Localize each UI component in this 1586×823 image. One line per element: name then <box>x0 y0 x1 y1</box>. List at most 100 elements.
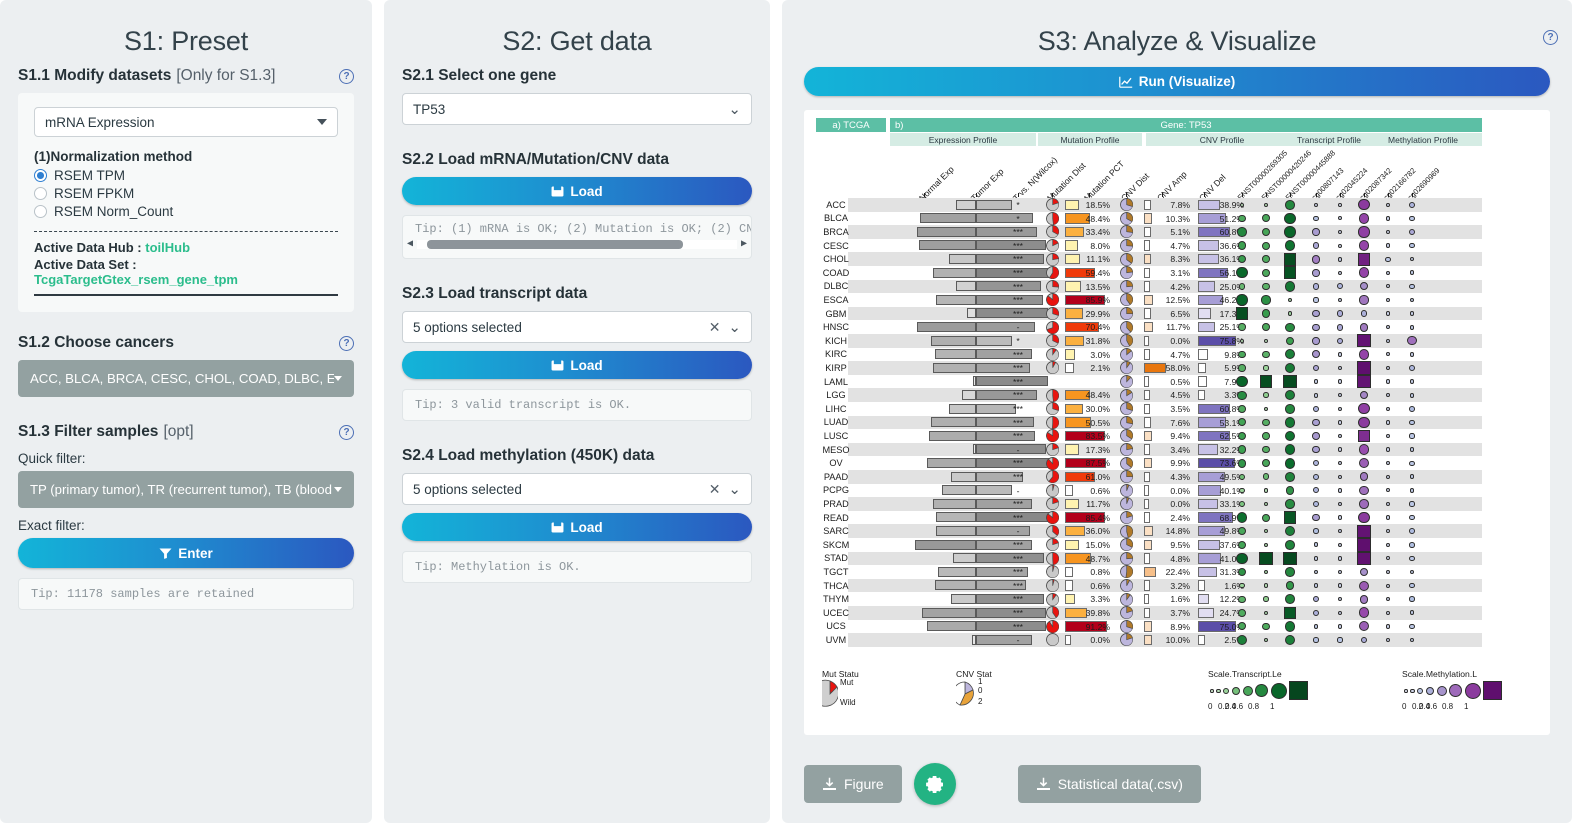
cnv-amp-bar <box>1144 294 1153 306</box>
radio-rsem-fpkm[interactable]: RSEM FPKM <box>34 186 338 201</box>
cnv-amp-bar <box>1144 389 1151 401</box>
methylation-cell <box>1358 511 1370 524</box>
pie-icon <box>1120 456 1133 470</box>
legend-swatch <box>1425 686 1435 695</box>
significance-LIHC: *** <box>1012 404 1024 414</box>
cnv-amp-bar <box>1144 566 1156 578</box>
figure-canvas[interactable]: a) TCGA Gene: TP53 b) Expression Profile Mut… <box>804 110 1550 735</box>
scroll-thumb[interactable] <box>426 239 683 249</box>
transcript-cell <box>1262 350 1270 358</box>
s2-4-label: S2.4 Load methylation (450K) data <box>402 447 655 464</box>
cancers-multiselect[interactable]: ACC, BLCA, BRCA, CESC, CHOL, COAD, DLBC,… <box>18 360 354 397</box>
transcript-cell <box>1284 281 1296 292</box>
transcript-cell <box>1263 338 1269 343</box>
row-label-ACC: ACC <box>826 199 846 210</box>
load-mrna-button[interactable]: Load <box>402 177 752 205</box>
cnv-amp-bar <box>1144 457 1152 469</box>
row-label-CESC: CESC <box>823 240 849 251</box>
column-tick <box>1052 193 1053 197</box>
cnv-amp-PRAD: 0.0% <box>1170 499 1190 510</box>
legend-swatch <box>1436 685 1447 696</box>
cnv-amp-bar <box>1144 553 1151 564</box>
mutation-pct-UCS: 91.2% <box>1085 621 1110 632</box>
scroll-right-icon[interactable]: ▶ <box>741 238 747 250</box>
tip-horizontal-scrollbar[interactable]: ◀ ▶ <box>403 236 751 253</box>
pie-icon <box>1046 388 1059 402</box>
gene-select[interactable]: TP53 ⌄ <box>402 93 752 125</box>
legend-title-methylation: Scale.Methylation.L <box>1402 668 1477 679</box>
enter-button[interactable]: Enter <box>18 538 354 568</box>
methylation-cell <box>1409 242 1415 249</box>
quick-filter-multiselect[interactable]: TP (primary tumor), TR (recurrent tumor)… <box>18 471 354 508</box>
active-data-hub-value[interactable]: toilHub <box>145 240 190 255</box>
cnv-amp-bar <box>1144 471 1151 482</box>
legend-cnv-2: 2 <box>978 696 983 706</box>
transcript-cell <box>1285 567 1295 577</box>
cnv-amp-bar <box>1144 349 1151 360</box>
transcript-cell <box>1238 350 1246 359</box>
run-visualize-button[interactable]: Run (Visualize) <box>804 67 1550 96</box>
download-statistical-data-button[interactable]: Statistical data(.csv) <box>1017 765 1201 803</box>
cnv-amp-COAD: 3.1% <box>1170 268 1190 278</box>
significance-STAD: *** <box>1012 553 1024 564</box>
methylation-cell <box>1337 637 1343 643</box>
load-methylation-button[interactable]: Load <box>402 513 752 541</box>
transcript-cell <box>1283 266 1297 280</box>
chevron-down-icon: ⌄ <box>728 318 741 336</box>
cnv-amp-bar <box>1144 593 1150 605</box>
transcript-cell <box>1236 375 1248 388</box>
methylation-cell <box>1385 474 1391 479</box>
load-transcript-button[interactable]: Load <box>402 351 752 379</box>
mutation-pct-PCPG: 0.6% <box>1090 485 1110 496</box>
column-tick <box>1089 193 1090 197</box>
transcript-cell <box>1283 252 1297 266</box>
download-figure-button[interactable]: Figure <box>804 765 902 803</box>
methylation-cell <box>1385 515 1391 520</box>
cnv-amp-bar <box>1144 335 1149 346</box>
methylation-cell <box>1312 405 1320 412</box>
mutation-dist-bar <box>1065 349 1075 360</box>
pie-icon <box>1046 524 1059 538</box>
help-icon-s1-2[interactable]: ? <box>339 335 354 351</box>
transcript-cell <box>1238 527 1246 536</box>
transcript-cell <box>1236 267 1248 279</box>
help-icon-s1-3[interactable]: ? <box>339 424 354 440</box>
transcript-cell <box>1262 459 1270 468</box>
methylation-multiselect[interactable]: 5 options selected ✕ ⌄ <box>402 473 752 505</box>
methylation-cell <box>1385 610 1391 615</box>
methylation-cell <box>1338 202 1342 207</box>
methylation-cell <box>1359 485 1369 496</box>
methylation-cell <box>1312 432 1320 440</box>
methylation-cell <box>1360 310 1368 317</box>
quick-filter-value: TP (primary tumor), TR (recurrent tumor)… <box>30 482 332 497</box>
radio-rsem-norm-count[interactable]: RSEM Norm_Count <box>34 204 338 219</box>
significance-PAAD: *** <box>1012 472 1024 482</box>
active-data-set-value[interactable]: TcgaTargetGtex_rsem_gene_tpm <box>34 272 238 287</box>
row-label-KIRC: KIRC <box>825 349 847 360</box>
methylation-cell <box>1357 334 1371 348</box>
pie-icon <box>1120 443 1133 456</box>
help-icon-s1-1[interactable]: ? <box>339 68 354 84</box>
normal-exp-bar <box>919 240 976 251</box>
cnv-amp-PAAD: 4.3% <box>1170 472 1190 482</box>
radio-rsem-tpm[interactable]: RSEM TPM <box>34 168 338 183</box>
help-icon-s3[interactable]: ? <box>1543 30 1558 45</box>
cancers-multiselect-value: ACC, BLCA, BRCA, CESC, CHOL, COAD, DLBC,… <box>30 371 334 386</box>
scroll-track[interactable] <box>417 239 737 249</box>
transcript-cell <box>1261 295 1271 305</box>
legend-cnv-icon <box>956 681 974 706</box>
cnv-amp-LGG: 4.5% <box>1170 390 1190 401</box>
clear-icon[interactable]: ✕ <box>709 481 721 498</box>
cnv-del-bar <box>1198 376 1208 387</box>
gear-icon[interactable] <box>913 763 956 805</box>
page-title-s1: S1: Preset <box>123 26 249 56</box>
scroll-left-icon[interactable]: ◀ <box>407 238 413 250</box>
cnv-amp-bar <box>1144 321 1153 333</box>
transcript-multiselect[interactable]: 5 options selected ✕ ⌄ <box>402 311 752 343</box>
dataset-select[interactable]: mRNA Expression <box>34 107 338 137</box>
pie-icon <box>1120 347 1133 361</box>
cnv-amp-bar <box>1144 253 1152 265</box>
clear-icon[interactable]: ✕ <box>709 319 721 336</box>
transcript-cell <box>1284 457 1296 469</box>
gene-select-value: TP53 <box>413 101 446 117</box>
